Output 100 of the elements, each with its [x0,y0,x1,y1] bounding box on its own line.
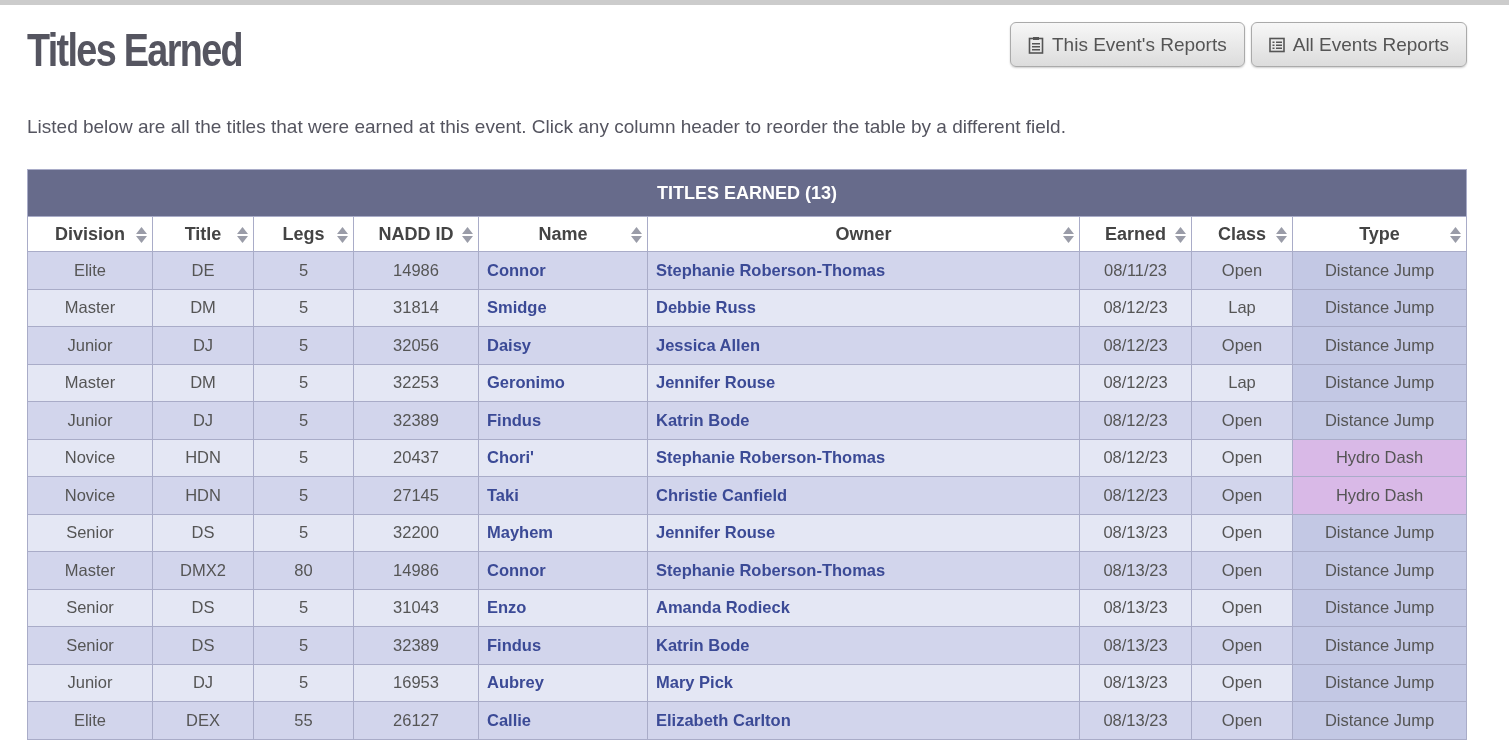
owner-link[interactable]: Christie Canfield [656,485,788,504]
table-cell: DMX2 [152,551,254,589]
table-cell: DJ [152,401,254,439]
dog-name-link[interactable]: Connor [487,260,546,279]
table-cell: 08/13/23 [1079,589,1192,627]
sort-icon [1175,227,1186,243]
column-header[interactable]: NADD ID [353,216,479,252]
table-cell: Hydro Dash [1292,439,1467,477]
table-cell: DJ [152,664,254,702]
column-header[interactable]: Legs [253,216,354,252]
sort-icon [337,227,348,243]
sort-icon [1450,227,1462,243]
table-cell: Senior [27,514,153,552]
table-cell: Junior [27,401,153,439]
column-header[interactable]: Class [1191,216,1293,252]
table-cell: Open [1191,326,1293,364]
table-cell: Distance Jump [1292,401,1467,439]
table-cell: Distance Jump [1292,326,1467,364]
table-cell: 5 [253,364,354,402]
sort-icon [1276,227,1287,243]
table-cell: Distance Jump [1292,626,1467,664]
dog-name-link[interactable]: Connor [487,560,546,579]
table-cell: 08/12/23 [1079,439,1192,477]
owner-link[interactable]: Jennifer Rouse [656,373,776,392]
table-cell: Master [27,551,153,589]
table-cell: 16953 [353,664,479,702]
table-cell: Open [1191,664,1293,702]
table-cell: 5 [253,439,354,477]
owner-link[interactable]: Debbie Russ [656,298,756,317]
table-cell: Novice [27,476,153,514]
sort-icon [462,227,473,243]
table-cell: 32389 [353,626,479,664]
table-cell: 20437 [353,439,479,477]
column-header[interactable]: Division [27,216,153,252]
table-cell: 5 [253,289,354,327]
owner-link[interactable]: Jessica Allen [656,335,760,354]
dog-name-link[interactable]: Daisy [487,335,532,354]
dog-name-link[interactable]: Findus [487,410,542,429]
dog-name-link[interactable]: Smidge [487,298,547,317]
dog-name-link[interactable]: Findus [487,635,542,654]
column-header[interactable]: Type [1292,216,1467,252]
table-cell: Novice [27,439,153,477]
owner-link[interactable]: Katrin Bode [656,410,750,429]
table-cell: Open [1191,514,1293,552]
table-cell: Distance Jump [1292,664,1467,702]
dog-name-link[interactable]: Taki [487,485,519,504]
sort-icon [631,227,642,243]
table-cell: 5 [253,326,354,364]
table-cell: Distance Jump [1292,514,1467,552]
table-cell: 32389 [353,401,479,439]
report-button[interactable]: All Events Reports [1250,22,1467,67]
table-cell: Distance Jump [1292,289,1467,327]
table-cell: 08/13/23 [1079,551,1192,589]
dog-name-link[interactable]: Aubrey [487,673,544,692]
sort-icon [136,227,147,243]
list-icon [1268,35,1285,54]
table-cell: 32253 [353,364,479,402]
table-cell: 26127 [353,701,479,739]
dog-name-link[interactable]: Mayhem [487,523,554,542]
table-cell: 55 [253,701,354,739]
owner-link[interactable]: Katrin Bode [656,635,750,654]
table-cell: 08/12/23 [1079,401,1192,439]
table-cell: 32056 [353,326,479,364]
sort-icon [1063,227,1074,243]
table-cell: Open [1191,551,1293,589]
table-cell: 32200 [353,514,479,552]
table-caption: TITLES EARNED (13) [27,169,1467,217]
table-cell: Open [1191,251,1293,289]
dog-name-link[interactable]: Enzo [487,598,527,617]
table-cell: Distance Jump [1292,251,1467,289]
clipboard-icon [1028,35,1044,54]
table-cell: 31814 [353,289,479,327]
owner-link[interactable]: Elizabeth Carlton [656,710,791,729]
table-cell: 08/13/23 [1079,701,1192,739]
table-cell: 27145 [353,476,479,514]
column-header[interactable]: Owner [647,216,1080,252]
table-cell: Lap [1191,364,1293,402]
table-cell: Distance Jump [1292,589,1467,627]
table-cell: Open [1191,626,1293,664]
table-cell: Senior [27,626,153,664]
column-header[interactable]: Title [152,216,254,252]
table-cell: Senior [27,589,153,627]
table-cell: Junior [27,326,153,364]
table-cell: 08/12/23 [1079,476,1192,514]
dog-name-link[interactable]: Chori' [487,448,534,467]
table-cell: 5 [253,589,354,627]
column-header[interactable]: Name [478,216,648,252]
page-title: Titles Earned [27,23,242,78]
owner-link[interactable]: Jennifer Rouse [656,523,776,542]
column-header[interactable]: Earned [1079,216,1192,252]
report-button[interactable]: This Event's Reports [1010,22,1245,67]
table-cell: 14986 [353,551,479,589]
table-cell: Elite [27,701,153,739]
owner-link[interactable]: Mary Pick [656,673,734,692]
table-cell: DM [152,289,254,327]
owner-link[interactable]: Amanda Rodieck [656,598,790,617]
table-cell: Junior [27,664,153,702]
dog-name-link[interactable]: Callie [487,710,532,729]
table-cell: Distance Jump [1292,364,1467,402]
table-cell: 5 [253,514,354,552]
